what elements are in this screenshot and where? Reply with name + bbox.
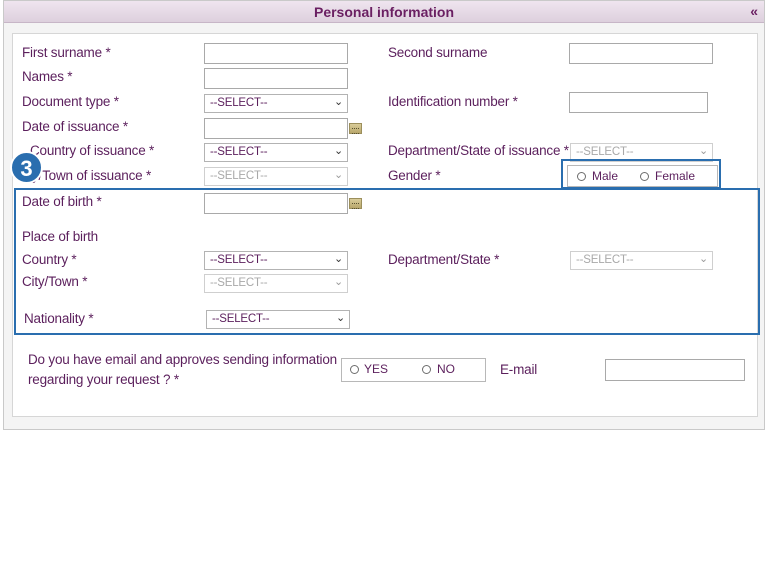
birth-department-label: Department/State * xyxy=(388,252,500,267)
date-of-birth-label: Date of birth * xyxy=(22,194,102,209)
calendar-icon[interactable] xyxy=(349,123,362,134)
chevron-down-icon: ⌄ xyxy=(333,253,343,265)
birth-country-select[interactable]: --SELECT-- ⌄ xyxy=(204,251,348,270)
email-yes-label: YES xyxy=(364,362,389,376)
birth-country-value: --SELECT-- xyxy=(210,254,268,266)
email-no-label: NO xyxy=(437,362,455,376)
email-question-line1: Do you have email and approves sending i… xyxy=(28,352,337,367)
panel-title: Personal information xyxy=(313,4,455,20)
city-of-issuance-label: y/Town of issuance * xyxy=(32,168,152,183)
gender-highlight-box xyxy=(561,159,721,189)
first-surname-label: First surname * xyxy=(22,45,111,60)
second-surname-label: Second surname xyxy=(388,45,488,60)
chevron-down-icon: ⌄ xyxy=(333,145,343,157)
document-type-value: --SELECT-- xyxy=(210,97,268,109)
email-input[interactable] xyxy=(605,359,745,381)
chevron-down-icon: ⌄ xyxy=(333,169,343,181)
chevron-down-icon: ⌄ xyxy=(333,276,343,288)
birth-department-select[interactable]: --SELECT-- ⌄ xyxy=(570,251,713,270)
email-no-radio[interactable] xyxy=(422,365,431,374)
nationality-select[interactable]: --SELECT-- ⌄ xyxy=(206,310,350,329)
country-of-issuance-label: Country of issuance * xyxy=(30,143,155,158)
country-of-issuance-value: --SELECT-- xyxy=(210,146,268,158)
email-label: E-mail xyxy=(500,362,538,377)
birth-country-label: Country * xyxy=(22,252,77,267)
birth-city-select[interactable]: --SELECT-- ⌄ xyxy=(204,274,348,293)
first-surname-input[interactable] xyxy=(204,43,348,64)
panel-header[interactable]: Personal information « xyxy=(4,1,764,23)
email-radio-group xyxy=(341,358,486,382)
email-yes-radio[interactable] xyxy=(350,365,359,374)
place-of-birth-label: Place of birth xyxy=(22,229,98,244)
document-type-select[interactable]: --SELECT-- ⌄ xyxy=(204,94,348,113)
chevron-down-icon: ⌄ xyxy=(333,96,343,108)
names-input[interactable] xyxy=(204,68,348,89)
chevron-down-icon: ⌄ xyxy=(698,145,708,157)
document-type-label: Document type * xyxy=(22,94,119,109)
department-issuance-label: Department/State of issuance * xyxy=(388,143,569,158)
identification-number-input[interactable] xyxy=(569,92,708,113)
names-label: Names * xyxy=(22,69,73,84)
second-surname-input[interactable] xyxy=(569,43,713,64)
date-of-issuance-label: Date of issuance * xyxy=(22,119,128,134)
chevron-down-icon: ⌄ xyxy=(335,312,345,324)
nationality-value: --SELECT-- xyxy=(212,313,270,325)
date-of-issuance-input[interactable] xyxy=(204,118,348,139)
department-issuance-value: --SELECT-- xyxy=(576,146,634,158)
step-number-badge: 3 xyxy=(10,151,43,184)
birth-department-value: --SELECT-- xyxy=(576,254,634,266)
city-of-issuance-value: --SELECT-- xyxy=(210,170,268,182)
birth-city-label: City/Town * xyxy=(22,274,88,289)
gender-label: Gender * xyxy=(388,168,441,183)
chevron-down-icon: ⌄ xyxy=(698,253,708,265)
email-question-line2: regarding your request ? * xyxy=(28,372,179,387)
date-of-birth-input[interactable] xyxy=(204,193,348,214)
city-of-issuance-select[interactable]: --SELECT-- ⌄ xyxy=(204,167,348,186)
calendar-icon[interactable] xyxy=(349,198,362,209)
identification-number-label: Identification number * xyxy=(388,94,518,109)
nationality-label: Nationality * xyxy=(24,311,94,326)
collapse-icon[interactable]: « xyxy=(750,3,758,19)
country-of-issuance-select[interactable]: --SELECT-- ⌄ xyxy=(204,143,348,162)
birth-city-value: --SELECT-- xyxy=(210,277,268,289)
